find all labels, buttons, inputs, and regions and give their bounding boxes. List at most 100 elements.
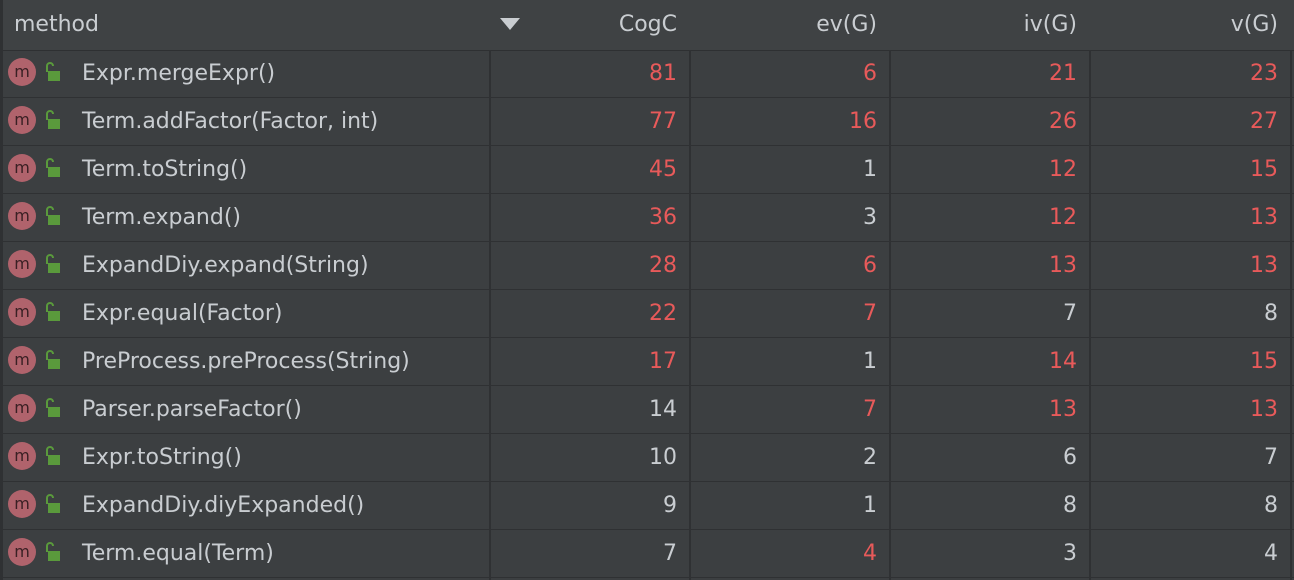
table-row[interactable]: m ExpandDiy.expand(String) 28 6 13 13 <box>0 242 1294 290</box>
cell-ivg: 3 <box>1063 541 1077 566</box>
cell-ivg: 14 <box>1049 349 1077 374</box>
method-m-icon: m <box>8 250 36 278</box>
cell-evg: 7 <box>863 397 877 422</box>
cell-evg: 6 <box>863 61 877 86</box>
method-m-icon: m <box>8 490 36 518</box>
unlocked-icon <box>46 542 60 561</box>
unlocked-icon <box>46 254 60 273</box>
cell-ivg: 6 <box>1063 445 1077 470</box>
cell-ivg: 12 <box>1049 157 1077 182</box>
cell-evg: 1 <box>863 493 877 518</box>
cell-cogc: 36 <box>649 205 677 230</box>
unlocked-icon <box>46 110 60 129</box>
cell-evg: 7 <box>863 301 877 326</box>
method-name: Parser.parseFactor() <box>82 397 302 422</box>
table-row[interactable]: m Expr.toString() 10 2 6 7 <box>0 434 1294 482</box>
method-name: Term.expand() <box>82 205 242 230</box>
method-m-icon: m <box>8 346 36 374</box>
method-name: Expr.toString() <box>82 445 242 470</box>
cell-ivg: 13 <box>1049 397 1077 422</box>
cell-evg: 1 <box>863 349 877 374</box>
cell-vg: 13 <box>1250 205 1278 230</box>
method-name: ExpandDiy.expand(String) <box>82 253 369 278</box>
cell-vg: 15 <box>1250 157 1278 182</box>
unlocked-icon <box>46 302 60 321</box>
cell-method: m ExpandDiy.expand(String) <box>0 242 489 289</box>
cell-cogc: 81 <box>649 61 677 86</box>
unlocked-icon <box>46 350 60 369</box>
cell-method: m Term.equal(Term) <box>0 530 489 577</box>
column-header-vg[interactable]: v(G) <box>1089 0 1290 50</box>
method-name: ExpandDiy.diyExpanded() <box>82 493 365 518</box>
cell-cogc: 45 <box>649 157 677 182</box>
table-row[interactable]: m Term.equal(Term) 7 4 3 4 <box>0 530 1294 578</box>
cell-cogc: 28 <box>649 253 677 278</box>
cell-vg: 8 <box>1264 493 1278 518</box>
table-row[interactable]: m Term.addFactor(Factor, int) 77 16 26 27 <box>0 98 1294 146</box>
column-divider <box>889 50 891 580</box>
cell-method: m PreProcess.preProcess(String) <box>0 338 489 385</box>
cell-cogc: 10 <box>649 445 677 470</box>
cell-cogc: 77 <box>649 109 677 134</box>
unlocked-icon <box>46 62 60 81</box>
cell-method: m Expr.equal(Factor) <box>0 290 489 337</box>
table-left-border <box>0 0 3 580</box>
method-name: Term.toString() <box>82 157 248 182</box>
cell-ivg: 13 <box>1049 253 1077 278</box>
table-row[interactable]: m Parser.parseFactor() 14 7 13 13 <box>0 386 1294 434</box>
cell-method: m Term.toString() <box>0 146 489 193</box>
column-header-evg[interactable]: ev(G) <box>689 0 889 50</box>
cell-vg: 13 <box>1250 253 1278 278</box>
column-divider <box>1290 50 1292 580</box>
method-m-icon: m <box>8 394 36 422</box>
method-m-icon: m <box>8 154 36 182</box>
method-m-icon: m <box>8 538 36 566</box>
cell-method: m ExpandDiy.diyExpanded() <box>0 482 489 529</box>
table-row[interactable]: m ExpandDiy.diyExpanded() 9 1 8 8 <box>0 482 1294 530</box>
column-header-ivg[interactable]: iv(G) <box>889 0 1089 50</box>
column-header-cogc[interactable]: CogC <box>489 0 689 50</box>
cell-vg: 13 <box>1250 397 1278 422</box>
unlocked-icon <box>46 494 60 513</box>
column-divider <box>689 50 691 580</box>
method-m-icon: m <box>8 58 36 86</box>
cell-evg: 6 <box>863 253 877 278</box>
column-divider <box>1089 50 1091 580</box>
table-row[interactable]: m Term.expand() 36 3 12 13 <box>0 194 1294 242</box>
table-row[interactable]: m PreProcess.preProcess(String) 17 1 14 15 <box>0 338 1294 386</box>
table-row[interactable]: m Term.toString() 45 1 12 15 <box>0 146 1294 194</box>
cell-method: m Parser.parseFactor() <box>0 386 489 433</box>
method-name: Expr.mergeExpr() <box>82 61 276 86</box>
method-m-icon: m <box>8 202 36 230</box>
unlocked-icon <box>46 398 60 417</box>
table-row[interactable]: m Expr.mergeExpr() 81 6 21 23 <box>0 50 1294 98</box>
method-m-icon: m <box>8 442 36 470</box>
cell-vg: 7 <box>1264 445 1278 470</box>
method-name: Expr.equal(Factor) <box>82 301 283 326</box>
cell-cogc: 14 <box>649 397 677 422</box>
cell-ivg: 7 <box>1063 301 1077 326</box>
unlocked-icon <box>46 158 60 177</box>
cell-cogc: 22 <box>649 301 677 326</box>
cell-vg: 23 <box>1250 61 1278 86</box>
cell-vg: 15 <box>1250 349 1278 374</box>
unlocked-icon <box>46 446 60 465</box>
cell-evg: 2 <box>863 445 877 470</box>
cell-method: m Expr.toString() <box>0 434 489 481</box>
cell-ivg: 21 <box>1049 61 1077 86</box>
cell-ivg: 26 <box>1049 109 1077 134</box>
table-header: method CogC ev(G) iv(G) v(G) <box>0 0 1294 51</box>
cell-method: m Term.addFactor(Factor, int) <box>0 98 489 145</box>
unlocked-icon <box>46 206 60 225</box>
table-row[interactable]: m Expr.equal(Factor) 22 7 7 8 <box>0 290 1294 338</box>
cell-method: m Term.expand() <box>0 194 489 241</box>
column-divider <box>489 50 491 580</box>
cell-vg: 27 <box>1250 109 1278 134</box>
method-m-icon: m <box>8 106 36 134</box>
method-name: Term.addFactor(Factor, int) <box>82 109 379 134</box>
cell-evg: 1 <box>863 157 877 182</box>
column-header-method[interactable]: method <box>0 0 489 50</box>
cell-vg: 4 <box>1264 541 1278 566</box>
metrics-table: method CogC ev(G) iv(G) v(G) m Expr.merge… <box>0 0 1294 580</box>
cell-cogc: 7 <box>663 541 677 566</box>
